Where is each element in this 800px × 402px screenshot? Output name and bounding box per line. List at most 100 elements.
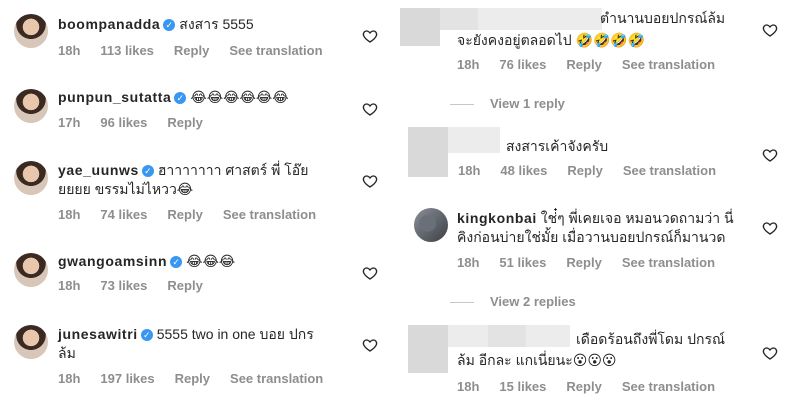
avatar[interactable] xyxy=(14,253,48,287)
comment-text: เดือดร้อนถึงพี่โดม ปกรณ์ xyxy=(576,331,726,347)
view-replies-button[interactable]: View 2 replies xyxy=(450,294,576,309)
comment-body: junesawitri ✓ 5555 two in one บอย ปกร ล้ม xyxy=(58,325,314,363)
blurred-username xyxy=(478,8,602,30)
timestamp: 18h xyxy=(457,255,480,270)
timestamp: 17h xyxy=(58,115,81,130)
comment-text: 😂😂😂 xyxy=(186,253,236,269)
blurred-avatar xyxy=(400,8,440,46)
see-translation-button[interactable]: See translation xyxy=(622,57,715,72)
heart-outline-icon[interactable] xyxy=(362,337,378,353)
comment-body: boompanadda ✓ สงสาร 5555 xyxy=(58,15,254,34)
blurred-avatar xyxy=(408,325,448,373)
see-translation-button[interactable]: See translation xyxy=(622,255,715,270)
comment-body: kingkonbai ใช่๋ๆ พี่เคยเจอ หมอนวดถามว่า … xyxy=(457,209,734,247)
comment-body: gwangoamsinn ✓ 😂😂😂 xyxy=(58,252,235,271)
reply-button[interactable]: Reply xyxy=(167,207,202,222)
heart-outline-icon[interactable] xyxy=(362,173,378,189)
timestamp: 18h xyxy=(58,207,81,222)
see-translation-button[interactable]: See translation xyxy=(230,371,323,386)
divider-line xyxy=(450,104,474,106)
blurred-username xyxy=(526,325,570,347)
see-translation-button[interactable]: See translation xyxy=(622,379,715,394)
likes-count[interactable]: 73 likes xyxy=(100,278,147,293)
comment-meta: 18h 197 likes Reply See translation xyxy=(58,371,343,386)
reply-button[interactable]: Reply xyxy=(566,379,601,394)
comment-meta: 18h 48 likes Reply See translation xyxy=(458,163,736,178)
likes-count[interactable]: 15 likes xyxy=(499,379,546,394)
comment-text-line2: ล้ม xyxy=(58,345,76,361)
heart-outline-icon[interactable] xyxy=(762,220,778,236)
reply-button[interactable]: Reply xyxy=(167,278,202,293)
avatar[interactable] xyxy=(414,208,448,242)
reply-button[interactable]: Reply xyxy=(566,57,601,72)
divider-line xyxy=(450,302,474,304)
see-translation-button[interactable]: See translation xyxy=(623,163,716,178)
comment-text: สงสารเค้าจังครับ xyxy=(506,138,609,154)
timestamp: 18h xyxy=(58,278,81,293)
comment-body: yae_uunws ✓ ฮาาาาาาา ศาสตร์ พี่ โอ๊ย ยยยย … xyxy=(58,161,308,199)
avatar[interactable] xyxy=(14,325,48,359)
comment-meta: 18h 76 likes Reply See translation xyxy=(457,57,735,72)
heart-outline-icon[interactable] xyxy=(362,101,378,117)
avatar[interactable] xyxy=(14,89,48,123)
heart-outline-icon[interactable] xyxy=(362,265,378,281)
comment-body-line2: ล้ม อีกละ แกเนี่ยนะ😮😮😮 xyxy=(457,351,617,370)
view-replies-label: View 1 reply xyxy=(490,96,565,111)
reply-button[interactable]: Reply xyxy=(167,115,202,130)
timestamp: 18h xyxy=(457,57,480,72)
comment-body: เดือดร้อนถึงพี่โดม ปกรณ์ xyxy=(576,330,725,349)
see-translation-button[interactable]: See translation xyxy=(223,207,316,222)
likes-count[interactable]: 74 likes xyxy=(100,207,147,222)
comment-text: ฮาาาาาาา ศาสตร์ พี่ โอ๊ย xyxy=(157,162,309,178)
view-replies-label: View 2 replies xyxy=(490,294,576,309)
likes-count[interactable]: 197 likes xyxy=(100,371,154,386)
username[interactable]: boompanadda xyxy=(58,16,160,32)
reply-button[interactable]: Reply xyxy=(175,371,210,386)
avatar[interactable] xyxy=(14,14,48,48)
username[interactable]: kingkonbai xyxy=(457,210,537,226)
verified-badge-icon: ✓ xyxy=(140,329,153,341)
comment-text: 😂😂😂😂😂😂 xyxy=(190,89,289,105)
comment-text: ตำนานบอยปกรณ์ล้ม xyxy=(600,10,726,26)
likes-count[interactable]: 48 likes xyxy=(500,163,547,178)
comment-body: punpun_sutatta ✓ 😂😂😂😂😂😂 xyxy=(58,88,289,107)
comment-meta: 18h 51 likes Reply See translation xyxy=(457,255,735,270)
reply-button[interactable]: Reply xyxy=(567,163,602,178)
username[interactable]: junesawitri xyxy=(58,326,138,342)
comments-column-left: boompanadda ✓ สงสาร 5555 18h 113 likes Reply… xyxy=(0,0,400,402)
heart-outline-icon[interactable] xyxy=(762,147,778,163)
heart-outline-icon[interactable] xyxy=(762,22,778,38)
blurred-username xyxy=(440,8,478,30)
comment-meta: 17h 96 likes Reply xyxy=(58,115,223,130)
avatar[interactable] xyxy=(14,161,48,195)
comments-column-right: ตำนานบอยปกรณ์ล้ม จะยังคงอยู่ตลอดไป 🤣🤣🤣🤣 … xyxy=(400,0,800,402)
see-translation-button[interactable]: See translation xyxy=(229,43,322,58)
heart-outline-icon[interactable] xyxy=(762,345,778,361)
reply-button[interactable]: Reply xyxy=(566,255,601,270)
username[interactable]: yae_uunws xyxy=(58,162,139,178)
blurred-username xyxy=(448,325,488,347)
comment-text-line2: ยยยย ขรรมไม่ไหวว😂 xyxy=(58,181,194,197)
comment-meta: 18h 74 likes Reply See translation xyxy=(58,207,336,222)
blurred-username xyxy=(448,127,500,153)
comment-text: สงสาร 5555 xyxy=(179,16,254,32)
verified-badge-icon: ✓ xyxy=(163,19,176,31)
reply-button[interactable]: Reply xyxy=(174,43,209,58)
verified-badge-icon: ✓ xyxy=(141,165,154,177)
likes-count[interactable]: 51 likes xyxy=(499,255,546,270)
timestamp: 18h xyxy=(58,371,81,386)
username[interactable]: gwangoamsinn xyxy=(58,253,167,269)
heart-outline-icon[interactable] xyxy=(362,28,378,44)
comment-meta: 18h 73 likes Reply xyxy=(58,278,223,293)
comment-body: ตำนานบอยปกรณ์ล้ม xyxy=(600,9,725,28)
likes-count[interactable]: 96 likes xyxy=(100,115,147,130)
likes-count[interactable]: 76 likes xyxy=(499,57,546,72)
username[interactable]: punpun_sutatta xyxy=(58,89,171,105)
comment-text: ใช่๋ๆ พี่เคยเจอ หมอนวดถามว่า นี่ xyxy=(540,210,734,226)
comment-body: สงสารเค้าจังครับ xyxy=(506,137,608,156)
likes-count[interactable]: 113 likes xyxy=(100,43,154,58)
comment-meta: 18h 15 likes Reply See translation xyxy=(457,379,735,394)
timestamp: 18h xyxy=(58,43,81,58)
comment-text-line2: จะยังคงอยู่ตลอดไป 🤣🤣🤣🤣 xyxy=(457,32,646,48)
view-replies-button[interactable]: View 1 reply xyxy=(450,96,565,111)
